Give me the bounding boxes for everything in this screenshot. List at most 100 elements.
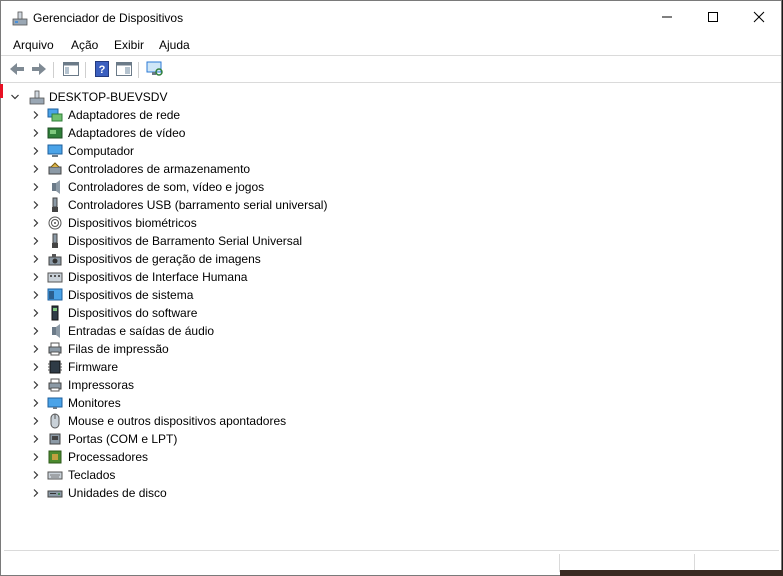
menu-exibir[interactable]: Exibir xyxy=(114,38,144,52)
scan-hardware-icon xyxy=(146,61,163,76)
tree-category-row[interactable]: Dispositivos biométricos xyxy=(1,214,781,232)
tree-category-row[interactable]: Portas (COM e LPT) xyxy=(1,430,781,448)
toolbar-separator xyxy=(138,62,139,78)
tree-category-label: Dispositivos do software xyxy=(68,306,198,320)
mouse-icon xyxy=(50,413,60,429)
display-adapter-icon xyxy=(47,127,63,139)
chevron-right-icon[interactable] xyxy=(31,488,41,498)
chevron-right-icon[interactable] xyxy=(31,236,41,246)
chevron-right-icon[interactable] xyxy=(31,182,41,192)
properties-icon xyxy=(116,62,132,76)
tree-category-label: Unidades de disco xyxy=(68,486,167,500)
printer-icon xyxy=(48,378,62,392)
software-device-icon xyxy=(51,305,59,321)
show-hide-console-tree-button[interactable] xyxy=(61,60,81,78)
toolbar: ? xyxy=(1,56,781,83)
chevron-right-icon[interactable] xyxy=(31,344,41,354)
tree-category-label: Processadores xyxy=(68,450,149,464)
device-tree[interactable]: DESKTOP-BUEVSDV Adaptadores de rede Adapt… xyxy=(1,84,781,548)
tree-category-label: Controladores de som, vídeo e jogos xyxy=(68,180,265,194)
chevron-right-icon[interactable] xyxy=(31,434,41,444)
print-queue-icon xyxy=(48,342,62,356)
chevron-down-icon[interactable] xyxy=(10,92,20,102)
back-button[interactable] xyxy=(7,60,27,78)
computer-root-icon xyxy=(29,90,45,105)
title-bar[interactable]: Gerenciador de Dispositivos xyxy=(1,1,781,33)
chevron-right-icon[interactable] xyxy=(31,128,41,138)
tree-category-label: Controladores de armazenamento xyxy=(68,162,251,176)
forward-button[interactable] xyxy=(29,60,49,78)
chevron-right-icon[interactable] xyxy=(31,200,41,210)
close-button[interactable] xyxy=(736,1,782,33)
chevron-right-icon[interactable] xyxy=(31,272,41,282)
tree-category-row[interactable]: Controladores de armazenamento xyxy=(1,160,781,178)
tree-category-label: Controladores USB (barramento serial uni… xyxy=(68,198,328,212)
maximize-button[interactable] xyxy=(690,1,736,33)
tree-category-row[interactable]: Impressoras xyxy=(1,376,781,394)
chevron-right-icon[interactable] xyxy=(31,380,41,390)
chevron-right-icon[interactable] xyxy=(31,452,41,462)
menu-arquivo[interactable]: Arquivo xyxy=(13,38,54,52)
chevron-right-icon[interactable] xyxy=(31,362,41,372)
system-device-icon xyxy=(47,288,63,301)
tree-category-row[interactable]: Processadores xyxy=(1,448,781,466)
tree-category-row[interactable]: Dispositivos de Barramento Serial Univer… xyxy=(1,232,781,250)
chevron-right-icon[interactable] xyxy=(31,326,41,336)
tree-category-label: Entradas e saídas de áudio xyxy=(68,324,215,338)
tree-category-label: Monitores xyxy=(68,396,121,410)
tree-root[interactable]: DESKTOP-BUEVSDV xyxy=(1,88,781,106)
chevron-right-icon[interactable] xyxy=(31,146,41,156)
chevron-right-icon[interactable] xyxy=(31,290,41,300)
hid-icon xyxy=(47,272,63,283)
imaging-device-icon xyxy=(48,254,62,266)
storage-controller-icon xyxy=(48,162,62,175)
monitor-icon xyxy=(47,397,63,409)
tree-category-row[interactable]: Controladores de som, vídeo e jogos xyxy=(1,178,781,196)
tree-category-label: Dispositivos de geração de imagens xyxy=(68,252,261,266)
chevron-right-icon[interactable] xyxy=(31,218,41,228)
chevron-right-icon[interactable] xyxy=(31,254,41,264)
chevron-right-icon[interactable] xyxy=(31,110,41,120)
tree-category-row[interactable]: Monitores xyxy=(1,394,781,412)
tree-category-row[interactable]: Controladores USB (barramento serial uni… xyxy=(1,196,781,214)
background-strip xyxy=(560,570,783,576)
tree-category-row[interactable]: Firmware xyxy=(1,358,781,376)
tree-category-row[interactable]: Computador xyxy=(1,142,781,160)
tree-category-row[interactable]: Dispositivos do software xyxy=(1,304,781,322)
biometric-icon xyxy=(48,216,62,230)
tree-category-row[interactable]: Dispositivos de Interface Humana xyxy=(1,268,781,286)
maximize-icon xyxy=(708,12,718,22)
tree-category-row[interactable]: Entradas e saídas de áudio xyxy=(1,322,781,340)
tree-category-row[interactable]: Dispositivos de sistema xyxy=(1,286,781,304)
menu-bar: Arquivo Ação Exibir Ajuda xyxy=(1,33,781,56)
back-arrow-icon xyxy=(10,63,24,75)
chevron-right-icon[interactable] xyxy=(31,470,41,480)
tree-category-row[interactable]: Teclados xyxy=(1,466,781,484)
scan-hardware-button[interactable] xyxy=(145,60,165,78)
menu-acao[interactable]: Ação xyxy=(71,38,98,52)
help-icon: ? xyxy=(95,61,109,77)
tree-category-row[interactable]: Unidades de disco xyxy=(1,484,781,502)
tree-category-label: Adaptadores de vídeo xyxy=(68,126,186,140)
tree-category-row[interactable]: Filas de impressão xyxy=(1,340,781,358)
keyboard-icon xyxy=(47,471,63,480)
chevron-right-icon[interactable] xyxy=(31,164,41,174)
tree-category-row[interactable]: Dispositivos de geração de imagens xyxy=(1,250,781,268)
menu-ajuda[interactable]: Ajuda xyxy=(159,38,190,52)
help-button[interactable]: ? xyxy=(92,60,112,78)
properties-button[interactable] xyxy=(114,60,134,78)
minimize-button[interactable] xyxy=(644,1,690,33)
tree-category-row[interactable]: Mouse e outros dispositivos apontadores xyxy=(1,412,781,430)
tree-category-label: Mouse e outros dispositivos apontadores xyxy=(68,414,287,428)
chevron-right-icon[interactable] xyxy=(31,416,41,426)
chevron-right-icon[interactable] xyxy=(31,308,41,318)
chevron-right-icon[interactable] xyxy=(31,398,41,408)
tree-category-row[interactable]: Adaptadores de rede xyxy=(1,106,781,124)
window-title: Gerenciador de Dispositivos xyxy=(33,11,184,25)
processor-icon xyxy=(48,450,62,464)
tree-category-row[interactable]: Adaptadores de vídeo xyxy=(1,124,781,142)
device-manager-app-icon xyxy=(12,11,28,26)
network-adapter-icon xyxy=(47,108,63,122)
tree-category-label: Dispositivos de sistema xyxy=(68,288,194,302)
tree-category-label: Dispositivos de Barramento Serial Univer… xyxy=(68,234,303,248)
